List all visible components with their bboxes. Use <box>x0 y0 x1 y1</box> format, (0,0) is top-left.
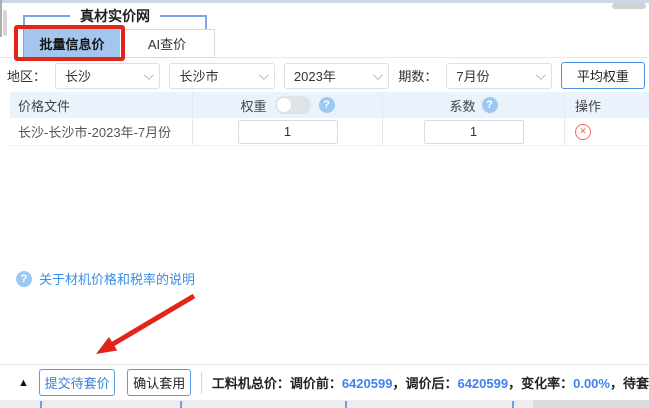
submit-pending-price-button[interactable]: 提交待套价 <box>39 369 116 396</box>
period-select[interactable]: 7月份 <box>446 63 551 89</box>
city-select-value: 长沙市 <box>179 66 218 85</box>
column-tick <box>512 401 514 408</box>
price-file-table: 价格文件 权重 ? 系数 ? 操作 长沙-长沙市-2023年-7月份 <box>10 92 649 146</box>
summary-tail: ，待套 <box>610 376 649 391</box>
footer-bar: ▲ 提交待套价 确认套用 工料机总价：调价前：6420599，调价后：64205… <box>0 364 649 400</box>
change-rate-value: 0.00% <box>573 376 610 391</box>
help-icon[interactable]: ? <box>319 97 335 113</box>
action-cell: ✕ <box>565 118 649 145</box>
column-tick <box>180 401 182 408</box>
region-select-value: 长沙 <box>65 66 91 85</box>
price-after-value: 6420599 <box>457 376 508 391</box>
coefficient-cell <box>383 118 565 145</box>
region-select[interactable]: 长沙 <box>55 63 160 89</box>
region-label: 地区： <box>7 66 46 85</box>
bottom-edge-dark-block <box>533 400 649 408</box>
period-select-value: 7月份 <box>456 66 489 85</box>
weight-toggle[interactable] <box>275 96 311 114</box>
footer-divider <box>201 372 202 394</box>
coefficient-input[interactable] <box>424 120 524 144</box>
header-price-file: 价格文件 <box>10 92 193 118</box>
table-row: 长沙-长沙市-2023年-7月份 ✕ <box>10 118 649 146</box>
year-select-value: 2023年 <box>294 66 336 85</box>
chevron-down-icon <box>144 70 154 80</box>
weight-cell <box>193 118 383 145</box>
year-select[interactable]: 2023年 <box>284 63 389 89</box>
confirm-apply-button[interactable]: 确认套用 <box>127 369 191 396</box>
site-title: 真材实价网 <box>70 6 160 26</box>
column-tick <box>40 401 42 408</box>
tab-ai-price-query[interactable]: AI查价 <box>120 29 215 58</box>
tab-bar: 批量信息价 AI查价 <box>24 29 215 58</box>
toggle-knob <box>277 98 291 112</box>
tab-label: 批量信息价 <box>39 34 104 53</box>
vertical-scrollbar-track <box>0 0 2 37</box>
help-link-label: 关于材机价格和税率的说明 <box>39 269 195 288</box>
price-tax-help-link[interactable]: ? 关于材机价格和税率的说明 <box>16 269 195 288</box>
chevron-down-icon <box>536 70 546 80</box>
total-price-summary: 工料机总价：调价前：6420599，调价后：6420599，变化率：0.00%，… <box>212 373 649 392</box>
weight-input[interactable] <box>238 120 338 144</box>
average-weight-button[interactable]: 平均权重 <box>561 62 645 89</box>
top-edge-strip <box>0 0 649 3</box>
horizontal-scrollbar-thumb[interactable] <box>612 3 646 9</box>
header-weight: 权重 ? <box>193 92 383 118</box>
price-before-value: 6420599 <box>342 376 393 391</box>
chevron-down-icon <box>259 70 269 80</box>
annotation-arrow <box>92 290 204 362</box>
header-action: 操作 <box>565 92 649 118</box>
summary-sep: ，变化率： <box>508 376 573 391</box>
table-header: 价格文件 权重 ? 系数 ? 操作 <box>10 92 649 118</box>
collapse-triangle-icon[interactable]: ▲ <box>18 377 29 389</box>
header-coefficient: 系数 ? <box>383 92 565 118</box>
vertical-scrollbar-thumb[interactable] <box>3 10 7 36</box>
help-icon: ? <box>16 271 32 287</box>
tab-batch-info-price[interactable]: 批量信息价 <box>24 29 120 58</box>
summary-sep: ，调价后： <box>392 376 457 391</box>
summary-prefix: 工料机总价：调价前： <box>212 376 342 391</box>
batch-price-panel: 真材实价网 批量信息价 AI查价 地区： 长沙 长沙市 2023年 期数： 7月… <box>0 0 649 408</box>
city-select[interactable]: 长沙市 <box>169 63 274 89</box>
tab-label: AI查价 <box>148 34 186 53</box>
delete-row-icon[interactable]: ✕ <box>575 124 591 140</box>
filter-row: 地区： 长沙 长沙市 2023年 期数： 7月份 平均权重 <box>7 62 645 89</box>
help-icon[interactable]: ? <box>482 97 498 113</box>
chevron-down-icon <box>373 70 383 80</box>
period-label: 期数： <box>398 66 437 85</box>
column-tick <box>345 401 347 408</box>
price-file-name: 长沙-长沙市-2023年-7月份 <box>10 118 193 145</box>
